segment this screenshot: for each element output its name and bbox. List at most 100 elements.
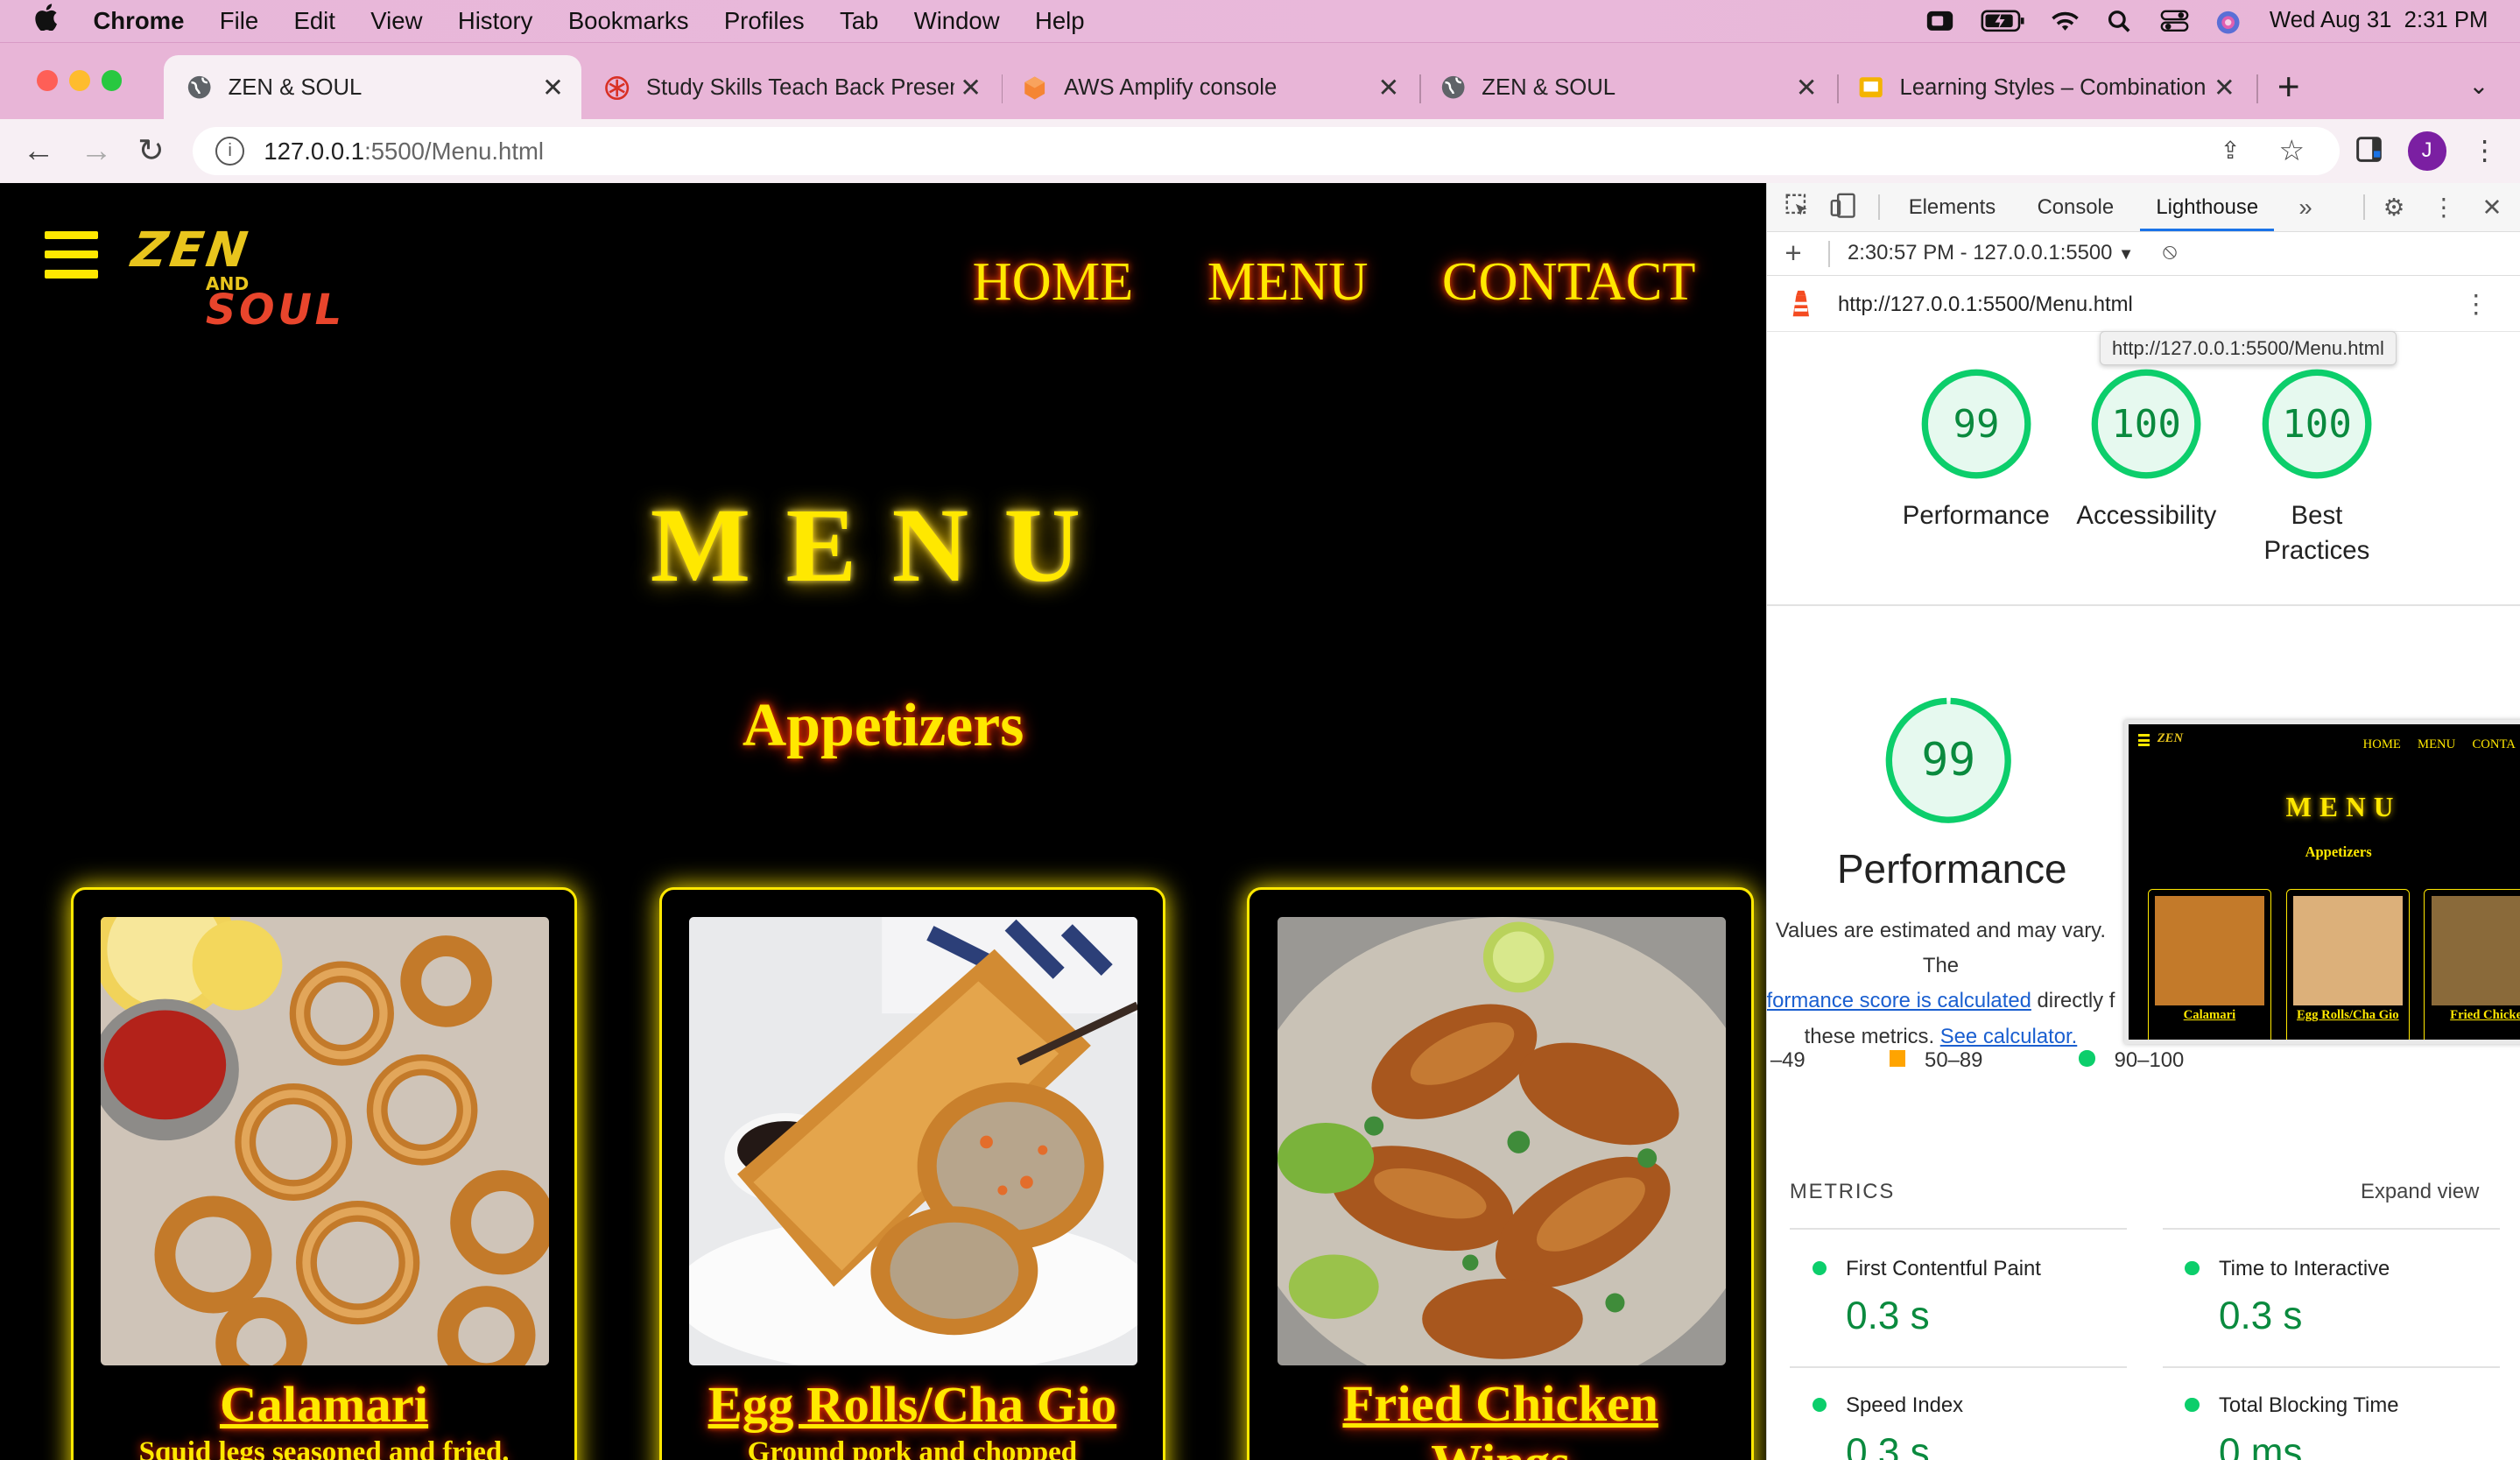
tab-close-icon[interactable]: ✕ (2208, 73, 2241, 103)
tab-aws-amplify[interactable]: AWS Amplify console ✕ (1000, 55, 1418, 119)
asterisk-icon (604, 74, 630, 100)
report-menu-icon[interactable]: ⋮ (2463, 289, 2488, 320)
score-calculation-link[interactable]: formance score is calculated (1767, 989, 2031, 1012)
pass-dot-icon (1812, 1260, 1827, 1276)
score-performance[interactable]: 99 Performance (1886, 366, 2066, 533)
devtools-close-icon[interactable]: ✕ (2477, 193, 2506, 222)
apple-icon[interactable] (32, 4, 61, 38)
tab-search-chevron-icon[interactable]: ⌄ (2468, 72, 2488, 100)
performance-gauge: 99 (1921, 370, 2031, 479)
inspect-element-icon[interactable] (1784, 193, 1813, 222)
menu-bookmarks[interactable]: Bookmarks (568, 7, 689, 35)
device-toolbar-icon[interactable] (1828, 193, 1857, 222)
nav-home-link[interactable]: HOME (973, 250, 1134, 314)
profile-avatar[interactable]: J (2407, 131, 2446, 171)
menu-profiles[interactable]: Profiles (724, 7, 805, 35)
calamari-title-link[interactable]: Calamari (74, 1375, 575, 1434)
metric-label: First Contentful Paint (1846, 1257, 2041, 1281)
gauge-label-line2: Practices (2263, 536, 2370, 566)
circle-icon (2079, 1050, 2095, 1067)
nav-menu-link[interactable]: MENU (1207, 250, 1369, 314)
thumb-nav-contact: CONTA (2472, 737, 2516, 751)
window-close-button[interactable] (37, 69, 59, 91)
menu-tab[interactable]: Tab (840, 7, 878, 35)
performance-heading: Performance (1836, 846, 2067, 892)
devtools-tab-lighthouse[interactable]: Lighthouse (2140, 183, 2275, 231)
battery-icon[interactable] (1981, 10, 2025, 32)
report-url[interactable]: http://127.0.0.1:5500/Menu.html (1838, 293, 2133, 317)
thumb-hamburger-icon (2137, 734, 2150, 747)
metric-first-contentful-paint: First Contentful Paint 0.3 s (1812, 1257, 2041, 1338)
clear-reports-icon[interactable]: ⦸ (2163, 239, 2178, 265)
menu-window[interactable]: Window (914, 7, 1000, 35)
devtools-menu-icon[interactable]: ⋮ (2429, 193, 2458, 222)
menu-card-egg-rolls[interactable]: Egg Rolls/Cha Gio Ground pork and choppe… (658, 887, 1166, 1460)
back-arrow-icon[interactable]: ← (19, 131, 58, 170)
see-calculator-link[interactable]: See calculator. (1940, 1025, 2078, 1048)
camera-icon[interactable] (1925, 10, 1954, 32)
hamburger-menu-icon[interactable] (45, 231, 98, 289)
more-tabs-chevron-icon[interactable]: » (2291, 193, 2320, 222)
tab-close-icon[interactable]: ✕ (1791, 73, 1823, 103)
devtools-tab-console[interactable]: Console (2038, 183, 2115, 231)
window-minimize-button[interactable] (68, 69, 90, 91)
tab-close-icon[interactable]: ✕ (537, 73, 569, 103)
tab-study-skills[interactable]: Study Skills Teach Back Presen ✕ (581, 55, 999, 119)
reload-icon[interactable]: ↻ (132, 131, 171, 170)
menu-help[interactable]: Help (1035, 7, 1085, 35)
url-host: 127.0.0.1 (264, 137, 365, 165)
site-info-icon[interactable]: i (215, 136, 245, 166)
menu-history[interactable]: History (458, 7, 533, 35)
forward-arrow-icon[interactable]: → (77, 131, 116, 170)
menubar-clock[interactable]: Wed Aug 31 2:31 PM (2270, 8, 2488, 33)
menu-card-calamari[interactable]: Calamari Squid legs seasoned and fried. (70, 887, 578, 1460)
control-center-icon[interactable] (2160, 10, 2189, 32)
window-zoom-button[interactable] (101, 69, 123, 91)
report-time: 2:30:57 PM - 127.0.0.1:5500 (1847, 241, 2113, 265)
devtools-tab-bar: Elements Console Lighthouse » ⚙ ⋮ ✕ (1767, 183, 2520, 233)
spotlight-search-icon[interactable] (2106, 10, 2135, 32)
new-tab-icon[interactable]: + (2277, 68, 2300, 107)
new-report-icon[interactable]: + (1784, 236, 1801, 270)
tab-zen-soul[interactable]: ZEN & SOUL ✕ (1418, 55, 1835, 119)
metric-label: Speed Index (1846, 1393, 1964, 1418)
menu-edit[interactable]: Edit (294, 7, 335, 35)
share-icon[interactable]: ⇪ (2221, 137, 2241, 165)
page-screenshot-thumbnail[interactable]: ZEN HOME MENU CONTA MENU Appetizers Cala… (2123, 720, 2520, 1045)
sidebar-panel-icon[interactable] (2353, 135, 2385, 167)
aws-icon (1022, 74, 1047, 100)
menu-view[interactable]: View (370, 7, 422, 35)
metric-label: Total Blocking Time (2218, 1393, 2399, 1418)
wifi-icon[interactable] (2051, 10, 2080, 32)
bookmark-star-icon[interactable]: ☆ (2278, 133, 2305, 167)
tab-close-icon[interactable]: ✕ (954, 73, 987, 103)
egg-rolls-title-link[interactable]: Egg Rolls/Cha Gio (662, 1375, 1164, 1434)
thumb-card-3-title: Fried Chicke (2450, 1008, 2520, 1023)
macos-menubar: Chrome File Edit View History Bookmarks … (0, 0, 2520, 42)
devtools-tab-elements[interactable]: Elements (1909, 183, 1996, 231)
menu-file[interactable]: File (220, 7, 258, 35)
gauge-value: 100 (2112, 402, 2182, 447)
tab-zen-soul-active[interactable]: ZEN & SOUL ✕ (164, 55, 582, 120)
pass-dot-icon (2185, 1397, 2200, 1413)
chicken-wings-title-link[interactable]: Fried Chicken Wings (1249, 1375, 1751, 1459)
address-url[interactable]: 127.0.0.1:5500/Menu.html (264, 138, 544, 166)
score-accessibility[interactable]: 100 Accessibility (2057, 366, 2237, 533)
siri-icon[interactable] (2215, 10, 2244, 34)
globe-icon (1440, 74, 1466, 100)
tab-learning-styles[interactable]: Learning Styles – Combination ✕ (1835, 55, 2253, 119)
slides-icon (1858, 74, 1883, 100)
chrome-menu-icon[interactable]: ⋮ (2468, 135, 2501, 167)
best-practices-gauge: 100 (2262, 370, 2372, 479)
metric-value: 0.3 s (1846, 1431, 1930, 1460)
address-bar[interactable]: i 127.0.0.1:5500/Menu.html ⇪ ☆ (193, 126, 2341, 176)
app-menu-chrome[interactable]: Chrome (93, 7, 184, 35)
settings-gear-icon[interactable]: ⚙ (2380, 193, 2409, 222)
nav-contact-link[interactable]: CONTACT (1442, 250, 1696, 314)
expand-view-toggle[interactable]: Expand view (2361, 1180, 2479, 1204)
menu-card-chicken-wings[interactable]: Fried Chicken Wings (1247, 887, 1755, 1460)
score-best-practices[interactable]: 100 Best Practices (2227, 366, 2407, 568)
report-selector[interactable]: 2:30:57 PM - 127.0.0.1:5500 ▼ (1848, 241, 2134, 265)
tab-close-icon[interactable]: ✕ (1372, 73, 1404, 103)
zen-and-soul-logo[interactable]: ZEN AND SOUL (128, 219, 341, 334)
